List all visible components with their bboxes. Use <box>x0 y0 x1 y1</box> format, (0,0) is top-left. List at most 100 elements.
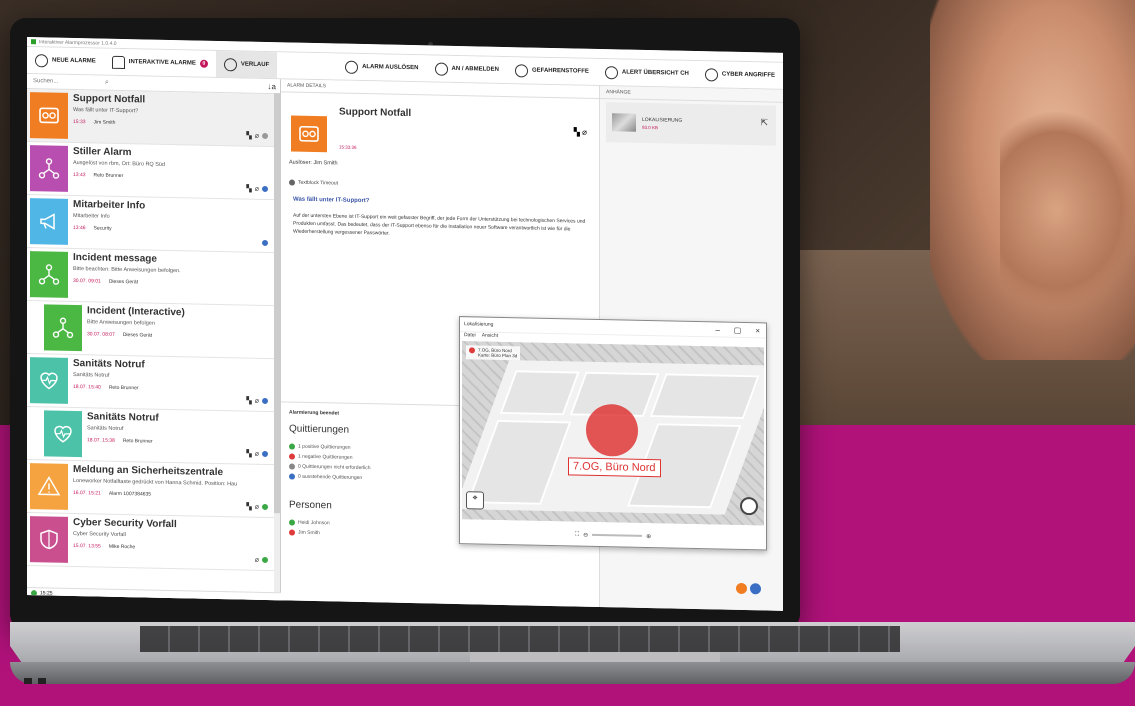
locate-icon[interactable]: ⌖ <box>466 491 484 510</box>
alarm-list: ⌕ ↓a Support Notfall Was fällt unter IT-… <box>27 74 284 604</box>
app-window: Interaktiver Alarmprozessor 1.0.4.0 NEUE… <box>27 37 783 611</box>
fit-icon[interactable]: ⛶ <box>575 531 579 538</box>
legend-map: Karte: Büro Plan 3d <box>478 352 518 359</box>
tab-interactive-alarms[interactable]: INTERAKTIVE ALARME 0 <box>104 49 216 77</box>
globe-icon <box>604 65 618 79</box>
attachment-icon: ⌀ <box>254 397 259 405</box>
stove-icon <box>30 92 68 139</box>
alarm-sender: Dieses Gerät <box>122 332 152 339</box>
map-legend: 7.OG, Büro Nord Karte: Büro Plan 3d <box>466 345 521 361</box>
alarm-title: Sanitäts Notruf <box>87 411 159 424</box>
alarm-subtitle: Sanitäts Notruf <box>87 425 124 433</box>
menu-file[interactable]: Datei <box>464 332 476 340</box>
localization-title: Lokalisierung <box>464 321 494 328</box>
blue-status-icon[interactable] <box>750 583 761 595</box>
list-item[interactable]: Mitarbeiter Info Mitarbeiter Info 13:46 S… <box>27 195 280 254</box>
neutral-icon <box>289 463 295 470</box>
orange-status-icon[interactable] <box>736 582 747 595</box>
search-icon[interactable]: ⌕ <box>105 79 109 87</box>
globe-icon <box>514 63 528 77</box>
alert-overview-button[interactable]: ALERT ÜBERSICHT CH <box>597 59 697 87</box>
alarm-title: Sanitäts Notruf <box>73 357 145 371</box>
login-logout-button[interactable]: AN / ABMELDEN <box>427 55 507 83</box>
sort-icon[interactable]: ↓a <box>268 82 276 91</box>
hazardous-substances-button[interactable]: GEFAHRENSTOFFE <box>507 57 597 85</box>
megaphone-icon <box>30 198 68 245</box>
list-item[interactable]: Incident message Bitte beachten: Bitte A… <box>27 248 280 307</box>
tts-row[interactable]: Textblock Timeout <box>289 179 338 187</box>
check-icon <box>262 503 268 511</box>
menu-view[interactable]: Ansicht <box>482 333 498 341</box>
details-map-icon[interactable]: ▚ ⌀ <box>574 127 587 136</box>
list-item[interactable]: Stiller Alarm Ausgelöst von rbm, Ort: Bü… <box>27 142 280 201</box>
trigger-alarm-button[interactable]: ALARM AUSLÖSEN <box>337 53 426 81</box>
zoom-out-icon[interactable]: ⊖ <box>583 531 588 538</box>
localization-window: Lokalisierung – ▢ × Datei Ansicht 7.OG, … <box>459 316 767 551</box>
alarm-subtitle: Mitarbeiter Info <box>73 212 110 220</box>
attachment-item[interactable]: LOKALISIERUNG 93.0 KB ⇱ <box>606 102 776 146</box>
count-badge: 0 <box>199 59 208 68</box>
alarm-sender: Security <box>93 225 112 232</box>
list-item[interactable]: Meldung an Sicherheitszentrale Loneworke… <box>27 460 280 519</box>
list-item[interactable]: Incident (Interactive) Bitte Anweisungen… <box>27 301 280 360</box>
person-alert-icon <box>35 53 48 67</box>
status-time: 15:25 <box>40 589 53 597</box>
persons-heading: Personen <box>289 499 332 512</box>
tab-label: VERLAUF <box>240 61 270 69</box>
attachment-thumbnail <box>612 113 636 132</box>
info-icon <box>262 185 268 193</box>
tab-new-alarms[interactable]: NEUE ALARME <box>27 47 104 75</box>
tab-history[interactable]: VERLAUF <box>215 50 278 79</box>
attachment-icon: ⌀ <box>254 132 259 140</box>
list-item[interactable]: Cyber Security Vorfall Cyber Security Vo… <box>27 513 280 572</box>
location-label: 7.OG, Büro Nord <box>568 457 661 478</box>
maximize-button[interactable]: ▢ <box>734 325 742 334</box>
map-icon: ▚ <box>246 185 252 193</box>
zoom-in-icon[interactable]: ⊕ <box>646 532 651 539</box>
pending-icon <box>289 473 295 480</box>
open-external-icon[interactable]: ⇱ <box>760 117 768 128</box>
attachments-header: ANHÄNGE <box>600 86 783 103</box>
person-row: Jim Smith <box>289 527 330 538</box>
alarm-subtitle: Ausgelöst von rbm, Ort: Büro RQ Süd <box>73 159 166 168</box>
network-icon <box>30 251 68 298</box>
alarm-sender: Jim Smith <box>93 119 116 126</box>
list-item[interactable]: Support Notfall Was fällt unter IT-Suppo… <box>27 89 280 148</box>
list-item[interactable]: Sanitäts Notruf Sanitäts Notruf 18.07. 1… <box>27 407 280 466</box>
heart-icon <box>44 410 82 458</box>
list-item[interactable]: Sanitäts Notruf Sanitäts Notruf 18.07. 1… <box>27 354 280 413</box>
minimize-button[interactable]: – <box>715 325 719 334</box>
alarm-subtitle: Bitte beachten: Bitte Anweisungen befolg… <box>73 265 181 275</box>
close-button[interactable]: × <box>755 326 760 335</box>
trackpad <box>470 652 720 662</box>
alarm-subtitle: Cyber Security Vorfall <box>73 530 126 539</box>
network-icon <box>30 145 68 192</box>
cyber-attacks-button[interactable]: CYBER ANGRIFFE <box>697 61 783 89</box>
shield-icon <box>30 516 68 563</box>
zoom-slider[interactable] <box>592 533 643 537</box>
alarm-subtitle: Bitte Anweisungen befolgen <box>87 319 155 327</box>
laptop-base <box>10 622 1135 706</box>
alarm-sender: Reto Brunner <box>93 172 124 180</box>
compass-icon[interactable] <box>740 496 758 516</box>
bell-icon <box>111 55 125 69</box>
search-input[interactable] <box>31 77 95 87</box>
button-label: ALARM AUSLÖSEN <box>362 64 419 72</box>
info-icon <box>262 239 268 247</box>
list-scrollbar[interactable] <box>274 93 280 604</box>
online-status-icon <box>31 589 37 596</box>
alarm-sender: Alarm 1007384635 <box>108 490 152 498</box>
attachment-icon: ⌀ <box>254 185 259 193</box>
details-time: 15:33:36 <box>339 144 357 150</box>
alarm-title: Incident (Interactive) <box>87 305 185 319</box>
info-icon <box>262 397 268 405</box>
heart-icon <box>30 357 68 404</box>
floor-plan-map[interactable]: 7.OG, Büro Nord 7.OG, Büro Nord Karte: Bü… <box>462 341 764 526</box>
alarm-title: Cyber Security Vorfall <box>73 516 177 531</box>
alarm-subtitle: Was fällt unter IT-Support? <box>73 106 139 115</box>
scrollbar-thumb[interactable] <box>274 93 280 514</box>
alarm-sender: Mike Roche <box>108 543 136 551</box>
person-name: Jim Smith <box>298 529 320 537</box>
acknowledgements-list: 1 positive Quittierungen 1 negative Quit… <box>289 441 371 483</box>
details-question: Was fällt unter IT-Support? <box>293 196 370 205</box>
